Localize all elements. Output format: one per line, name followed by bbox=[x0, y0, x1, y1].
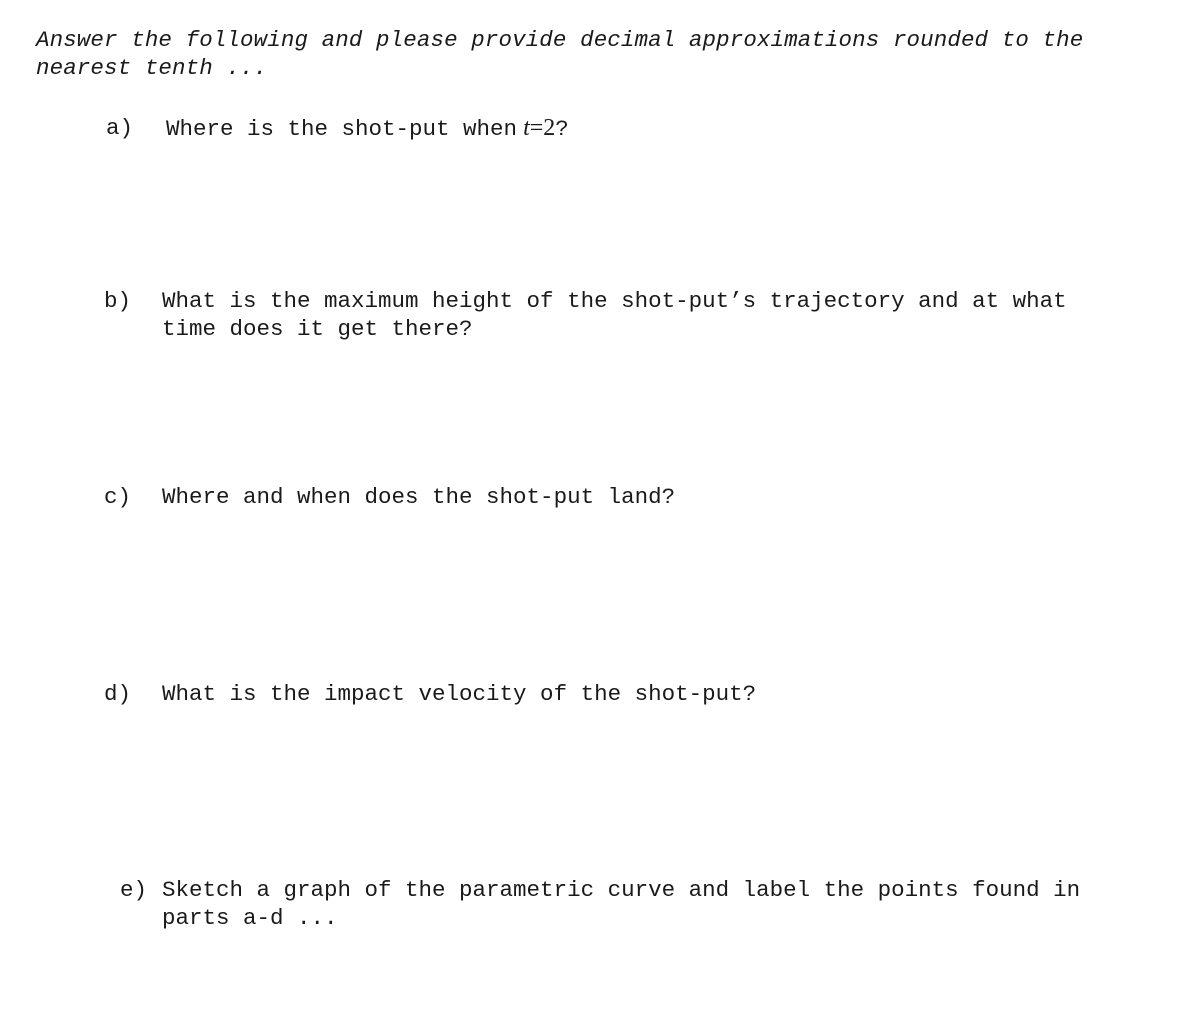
question-d: d) What is the impact velocity of the sh… bbox=[104, 680, 756, 708]
question-label: d) bbox=[104, 681, 132, 707]
question-text-before: Where is the shot-put when bbox=[166, 116, 518, 142]
math-value: 2 bbox=[543, 115, 556, 141]
question-text: Where and when does the shot-put land? bbox=[162, 484, 676, 510]
question-text-after: ? bbox=[555, 116, 569, 142]
math-equals: = bbox=[529, 115, 544, 141]
question-label: b) bbox=[104, 288, 132, 314]
question-text: Where is the shot-put when t=2? bbox=[166, 114, 569, 143]
question-text: What is the impact velocity of the shot-… bbox=[162, 681, 757, 707]
question-text: What is the maximum height of the shot-p… bbox=[162, 288, 1081, 342]
question-text: Sketch a graph of the parametric curve a… bbox=[162, 877, 1094, 931]
question-e: e) Sketch a graph of the parametric curv… bbox=[120, 876, 1102, 932]
math-variable: t bbox=[523, 115, 530, 141]
question-label: a) bbox=[106, 115, 134, 141]
question-b: b) What is the maximum height of the sho… bbox=[104, 287, 1122, 343]
instructions-text: Answer the following and please provide … bbox=[36, 27, 1084, 81]
question-label: c) bbox=[104, 484, 132, 510]
question-label: e) bbox=[120, 877, 148, 903]
question-c: c) Where and when does the shot-put land… bbox=[104, 483, 675, 511]
question-a: a) Where is the shot-put when t=2? bbox=[106, 114, 569, 143]
